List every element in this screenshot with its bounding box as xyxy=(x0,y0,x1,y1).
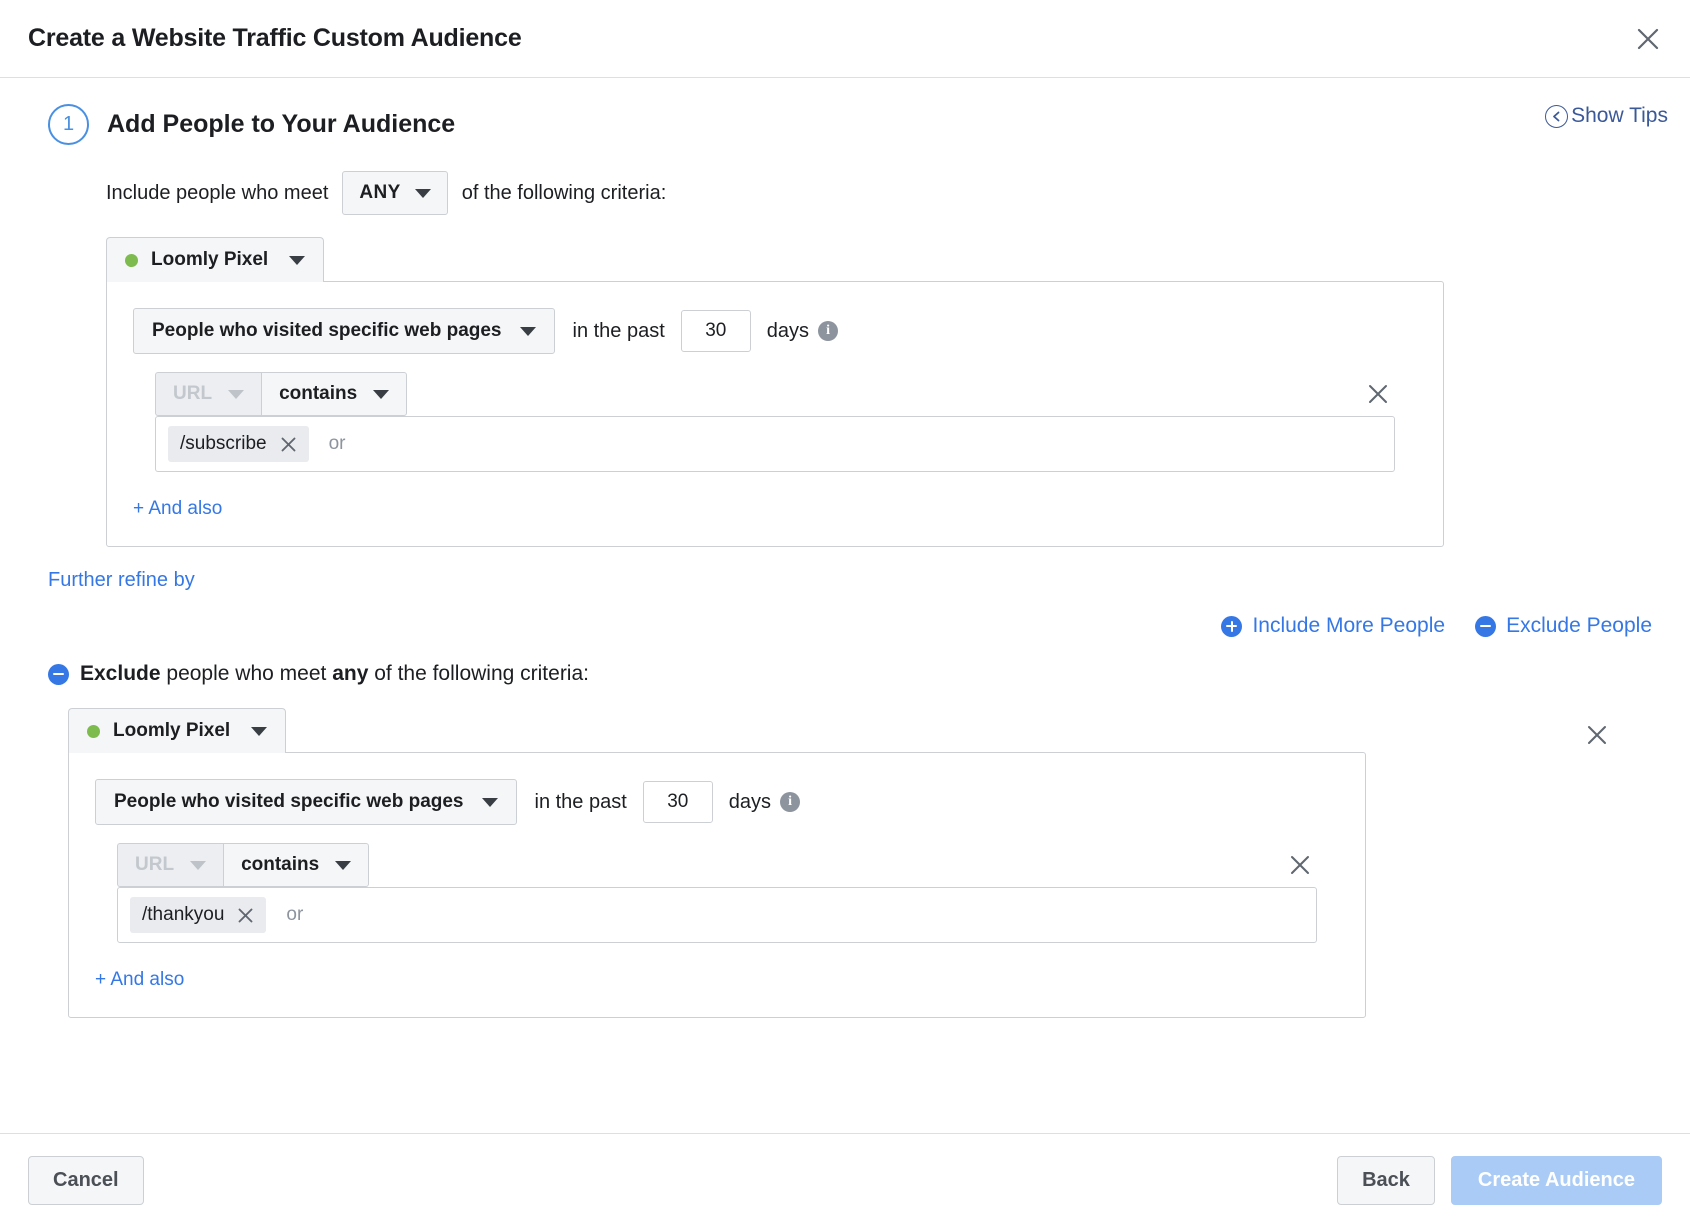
dialog-body: Show Tips 1 Add People to Your Audience … xyxy=(0,78,1690,1133)
exclude-remove-group-icon[interactable] xyxy=(1580,718,1614,752)
include-field-dropdown[interactable]: URL xyxy=(155,372,261,416)
exclude-days-label: days xyxy=(729,791,771,814)
minus-circle-icon xyxy=(1475,616,1496,637)
show-tips-button[interactable]: Show Tips xyxy=(1545,104,1668,128)
remove-token-icon[interactable] xyxy=(237,907,254,924)
exclude-rule-panel: People who visited specific web pages in… xyxy=(68,752,1366,1018)
exclude-people-label: Exclude People xyxy=(1506,614,1652,638)
info-icon[interactable]: i xyxy=(780,792,800,812)
include-operator-value: contains xyxy=(279,383,357,405)
include-suffix-label: of the following criteria: xyxy=(462,182,667,205)
include-source-group: Loomly Pixel People who visited specific… xyxy=(28,237,1662,547)
include-or-placeholder: or xyxy=(329,433,346,455)
include-url-token: /subscribe xyxy=(168,426,309,462)
step-number-badge: 1 xyxy=(48,104,89,145)
dialog-footer: Cancel Back Create Audience xyxy=(0,1133,1690,1226)
include-operator-dropdown[interactable]: contains xyxy=(261,372,407,416)
chevron-left-circle-icon xyxy=(1545,105,1568,128)
footer-actions: Back Create Audience xyxy=(1337,1156,1662,1205)
info-icon[interactable]: i xyxy=(818,321,838,341)
step-title: Add People to Your Audience xyxy=(107,110,455,139)
minus-circle-icon[interactable] xyxy=(48,664,69,685)
exclude-field-value: URL xyxy=(135,854,174,876)
include-url-token-label: /subscribe xyxy=(180,433,267,455)
exclude-event-value: People who visited specific web pages xyxy=(114,791,464,813)
exclude-or-placeholder: or xyxy=(286,904,303,926)
remove-token-icon[interactable] xyxy=(280,436,297,453)
exclude-operator-value: contains xyxy=(241,854,319,876)
include-prefix-label: Include people who meet xyxy=(106,182,328,205)
pixel-status-dot-icon xyxy=(125,254,138,267)
exclude-word: Exclude xyxy=(80,662,161,685)
exclude-retention-label: in the past xyxy=(535,791,627,814)
include-url-segmented-control: URL contains xyxy=(155,372,407,416)
dialog-header: Create a Website Traffic Custom Audience xyxy=(0,0,1690,78)
show-tips-label: Show Tips xyxy=(1571,104,1668,128)
chevron-down-icon xyxy=(415,189,431,198)
exclude-url-segmented-control: URL contains xyxy=(117,843,369,887)
exclude-pixel-label: Loomly Pixel xyxy=(113,720,230,742)
page-title: Create a Website Traffic Custom Audience xyxy=(28,24,522,53)
exclude-section-header: Exclude people who meet any of the follo… xyxy=(28,662,1662,686)
further-refine-link[interactable]: Further refine by xyxy=(28,569,195,592)
include-event-dropdown[interactable]: People who visited specific web pages xyxy=(133,308,555,354)
exclude-remove-rule-icon[interactable] xyxy=(1283,848,1317,882)
include-event-row: People who visited specific web pages in… xyxy=(107,282,1443,354)
include-more-people-button[interactable]: Include More People xyxy=(1221,614,1445,638)
back-button[interactable]: Back xyxy=(1337,1156,1435,1205)
include-days-input[interactable] xyxy=(681,310,751,352)
exclude-pixel-tab[interactable]: Loomly Pixel xyxy=(68,708,286,753)
include-and-also-button[interactable]: + And also xyxy=(107,472,222,546)
chevron-down-icon xyxy=(335,861,351,870)
match-type-value: ANY xyxy=(359,182,400,204)
include-field-value: URL xyxy=(173,383,212,405)
chevron-down-icon xyxy=(190,861,206,870)
exclude-days-input[interactable] xyxy=(643,781,713,823)
exclude-people-button[interactable]: Exclude People xyxy=(1475,614,1652,638)
exclude-url-token-label: /thankyou xyxy=(142,904,224,926)
include-more-people-label: Include More People xyxy=(1252,614,1445,638)
exclude-tail-label: of the following criteria: xyxy=(374,662,589,685)
exclude-field-dropdown[interactable]: URL xyxy=(117,843,223,887)
plus-circle-icon xyxy=(1221,616,1242,637)
include-days-label: days xyxy=(767,320,809,343)
chevron-down-icon xyxy=(373,390,389,399)
include-rule-panel: People who visited specific web pages in… xyxy=(106,281,1444,547)
exclude-source-group: Loomly Pixel People who visited specific… xyxy=(28,708,1662,1018)
include-retention-label: in the past xyxy=(573,320,665,343)
close-icon[interactable] xyxy=(1628,19,1668,59)
exclude-url-rule-row: URL contains xyxy=(69,843,1365,887)
include-url-token-field[interactable]: /subscribe or xyxy=(155,416,1395,472)
include-pixel-label: Loomly Pixel xyxy=(151,249,268,271)
include-pixel-tab[interactable]: Loomly Pixel xyxy=(106,237,324,282)
exclude-event-dropdown[interactable]: People who visited specific web pages xyxy=(95,779,517,825)
chevron-down-icon xyxy=(482,798,498,807)
create-audience-button[interactable]: Create Audience xyxy=(1451,1156,1662,1205)
chevron-down-icon xyxy=(228,390,244,399)
exclude-any-word: any xyxy=(332,662,368,685)
exclude-mid-label: people who meet xyxy=(166,662,326,685)
chevron-down-icon xyxy=(289,256,305,265)
include-criteria-line: Include people who meet ANY of the follo… xyxy=(28,171,1662,215)
audience-actions: Include More People Exclude People xyxy=(28,614,1662,638)
chevron-down-icon xyxy=(520,327,536,336)
exclude-url-token-field[interactable]: /thankyou or xyxy=(117,887,1317,943)
include-remove-rule-icon[interactable] xyxy=(1361,377,1395,411)
include-event-value: People who visited specific web pages xyxy=(152,320,502,342)
match-type-dropdown[interactable]: ANY xyxy=(342,171,447,215)
exclude-operator-dropdown[interactable]: contains xyxy=(223,843,369,887)
include-url-rule-row: URL contains xyxy=(107,372,1443,416)
cancel-button[interactable]: Cancel xyxy=(28,1156,144,1205)
step-header: 1 Add People to Your Audience xyxy=(28,104,1662,145)
exclude-and-also-button[interactable]: + And also xyxy=(69,943,184,1017)
exclude-url-token: /thankyou xyxy=(130,897,266,933)
exclude-event-row: People who visited specific web pages in… xyxy=(69,753,1365,825)
pixel-status-dot-icon xyxy=(87,725,100,738)
chevron-down-icon xyxy=(251,727,267,736)
